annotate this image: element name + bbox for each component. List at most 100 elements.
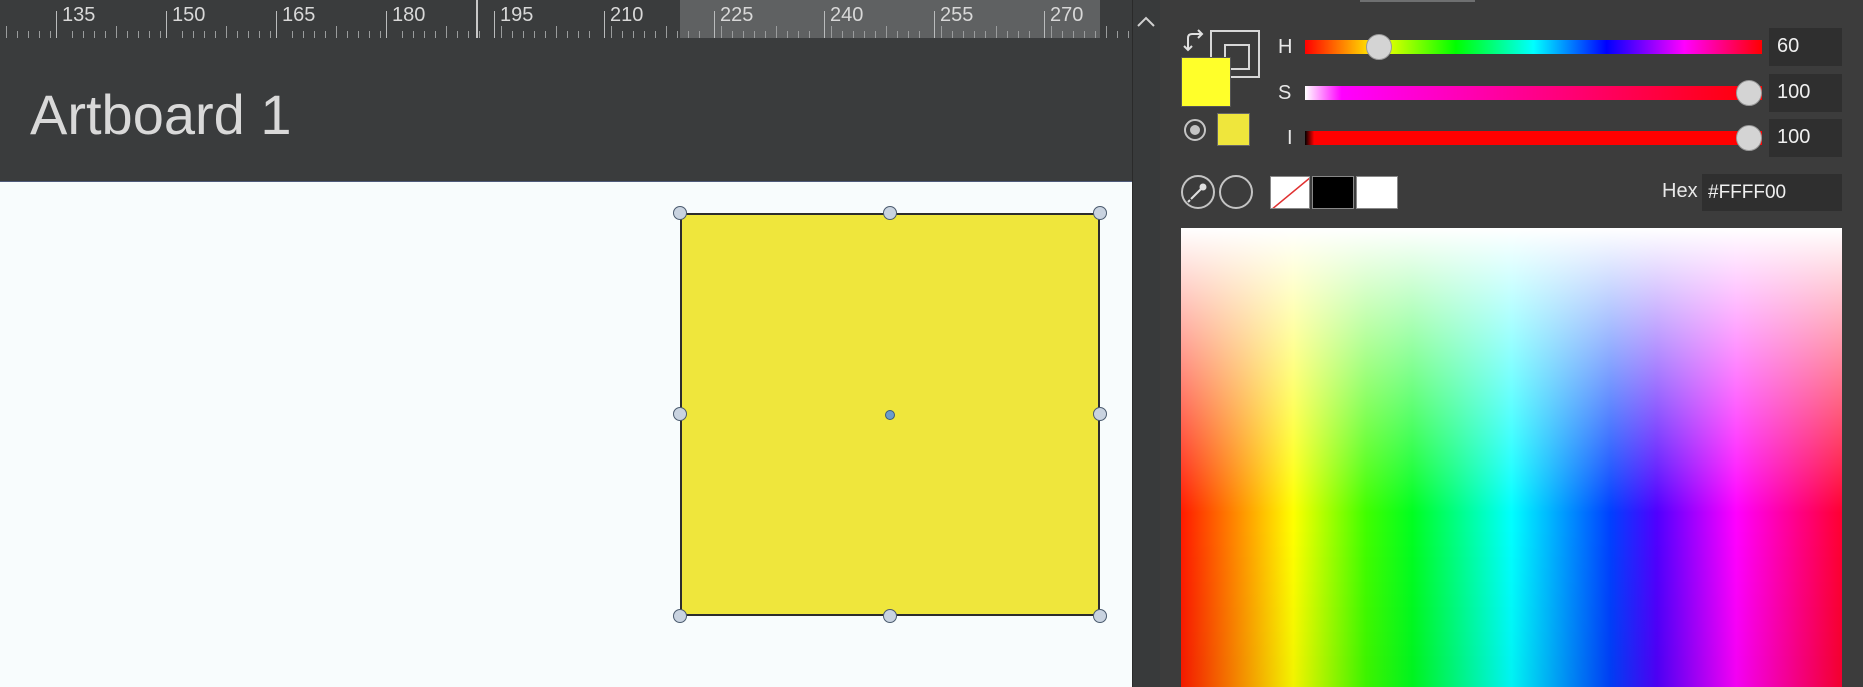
artboard-header: Artboard 1 [0, 38, 1132, 182]
ruler-tick [556, 26, 557, 38]
hue-value-field[interactable]: 60 [1769, 28, 1842, 66]
ruler-tick [276, 11, 277, 38]
ruler-label: 225 [720, 4, 754, 26]
hex-label: Hex [1662, 180, 1698, 202]
ruler-tick [28, 31, 29, 38]
intensity-value-field[interactable]: 100 [1769, 119, 1842, 157]
ruler-tick [743, 31, 744, 38]
ruler-tick [604, 11, 605, 38]
resize-handle-bottom-right[interactable] [1093, 609, 1107, 623]
ruler-tick [248, 31, 249, 38]
resize-handle-right[interactable] [1093, 407, 1107, 421]
ruler-tick [303, 31, 304, 38]
ruler-tick [941, 26, 942, 38]
ruler-tick [714, 11, 715, 38]
ruler-tick [699, 31, 700, 38]
ruler-tick [270, 31, 271, 38]
resize-handle-top-right[interactable] [1093, 206, 1107, 220]
ruler-tick [160, 31, 161, 38]
ruler-tick [1095, 31, 1096, 38]
ruler-tick [6, 26, 7, 38]
ruler-label: 165 [282, 4, 316, 26]
resize-handle-left[interactable] [673, 407, 687, 421]
rotation-center-point[interactable] [885, 410, 895, 420]
ruler-label: 195 [500, 4, 534, 26]
ruler-tick [589, 31, 590, 38]
white-swatch[interactable] [1356, 176, 1398, 209]
radio-icon[interactable] [1184, 119, 1206, 141]
intensity-label: I [1287, 127, 1293, 149]
ruler-label: 270 [1050, 4, 1084, 26]
chevron-up-icon[interactable] [1136, 14, 1156, 30]
resize-handle-top[interactable] [883, 206, 897, 220]
ruler-tick [127, 31, 128, 38]
ruler-tick [94, 31, 95, 38]
artboard-title[interactable]: Artboard 1 [30, 82, 292, 147]
ruler-tick [369, 31, 370, 38]
ruler-tick [17, 31, 18, 38]
ruler-tick [1117, 31, 1118, 38]
circle-icon[interactable] [1219, 175, 1253, 209]
ruler-tick [864, 31, 865, 38]
panel-tab-accent [1360, 0, 1475, 2]
ruler-tick [446, 26, 447, 38]
ruler-tick [457, 31, 458, 38]
saturation-label: S [1278, 82, 1292, 104]
ruler-tick [386, 11, 387, 38]
ruler-tick [934, 11, 935, 38]
ruler-tick [413, 31, 414, 38]
ruler-tick [611, 26, 612, 38]
ruler-tick [56, 11, 57, 38]
ruler-tick [677, 31, 678, 38]
ruler-tick [886, 26, 887, 38]
ruler-tick [259, 31, 260, 38]
ruler-tick [468, 31, 469, 38]
hue-slider-thumb[interactable] [1366, 34, 1393, 60]
ruler-tick [875, 31, 876, 38]
ruler-label: 255 [940, 4, 974, 26]
ruler-tick [1073, 31, 1074, 38]
canvas-area[interactable]: 135 150 165 180 195 210 225 240 255 270 … [0, 0, 1132, 687]
intensity-slider-thumb[interactable] [1736, 125, 1762, 151]
ruler-tick [985, 31, 986, 38]
ruler-tick [336, 26, 337, 38]
ruler-tick [204, 31, 205, 38]
ruler-tick [314, 31, 315, 38]
panel-splitter[interactable] [1132, 0, 1160, 687]
ruler-tick [842, 31, 843, 38]
ruler-tick [644, 31, 645, 38]
ruler-tick [494, 11, 495, 38]
ruler-tick [545, 31, 546, 38]
saturation-slider-thumb[interactable] [1736, 80, 1762, 106]
ruler-tick [1084, 31, 1085, 38]
resize-handle-bottom-left[interactable] [673, 609, 687, 623]
color-spectrum-field[interactable] [1181, 228, 1842, 687]
fill-color-swatch[interactable] [1181, 57, 1231, 107]
horizontal-ruler[interactable]: 135 150 165 180 195 210 225 240 255 270 [0, 0, 1132, 38]
saturation-value-field[interactable]: 100 [1769, 74, 1842, 112]
ruler-tick [292, 31, 293, 38]
swap-icon[interactable] [1180, 28, 1208, 54]
ruler-label: 240 [830, 4, 864, 26]
ruler-tick [809, 31, 810, 38]
hex-input[interactable] [1702, 174, 1842, 211]
resize-handle-bottom[interactable] [883, 609, 897, 623]
ruler-tick [325, 31, 326, 38]
current-color-swatch[interactable] [1217, 113, 1250, 146]
ruler-label: 150 [172, 4, 206, 26]
eyedropper-icon[interactable] [1181, 175, 1215, 209]
ruler-tick [688, 31, 689, 38]
ruler-tick [479, 31, 480, 38]
ruler-tick [1062, 31, 1063, 38]
ruler-tick [633, 31, 634, 38]
intensity-slider[interactable] [1305, 131, 1762, 145]
ruler-tick [402, 31, 403, 38]
ruler-tick [787, 31, 788, 38]
saturation-slider[interactable] [1305, 86, 1762, 100]
ruler-tick [1018, 31, 1019, 38]
ruler-tick [105, 31, 106, 38]
ruler-tick [567, 31, 568, 38]
resize-handle-top-left[interactable] [673, 206, 687, 220]
black-swatch[interactable] [1312, 176, 1354, 209]
no-color-swatch[interactable] [1270, 176, 1310, 209]
